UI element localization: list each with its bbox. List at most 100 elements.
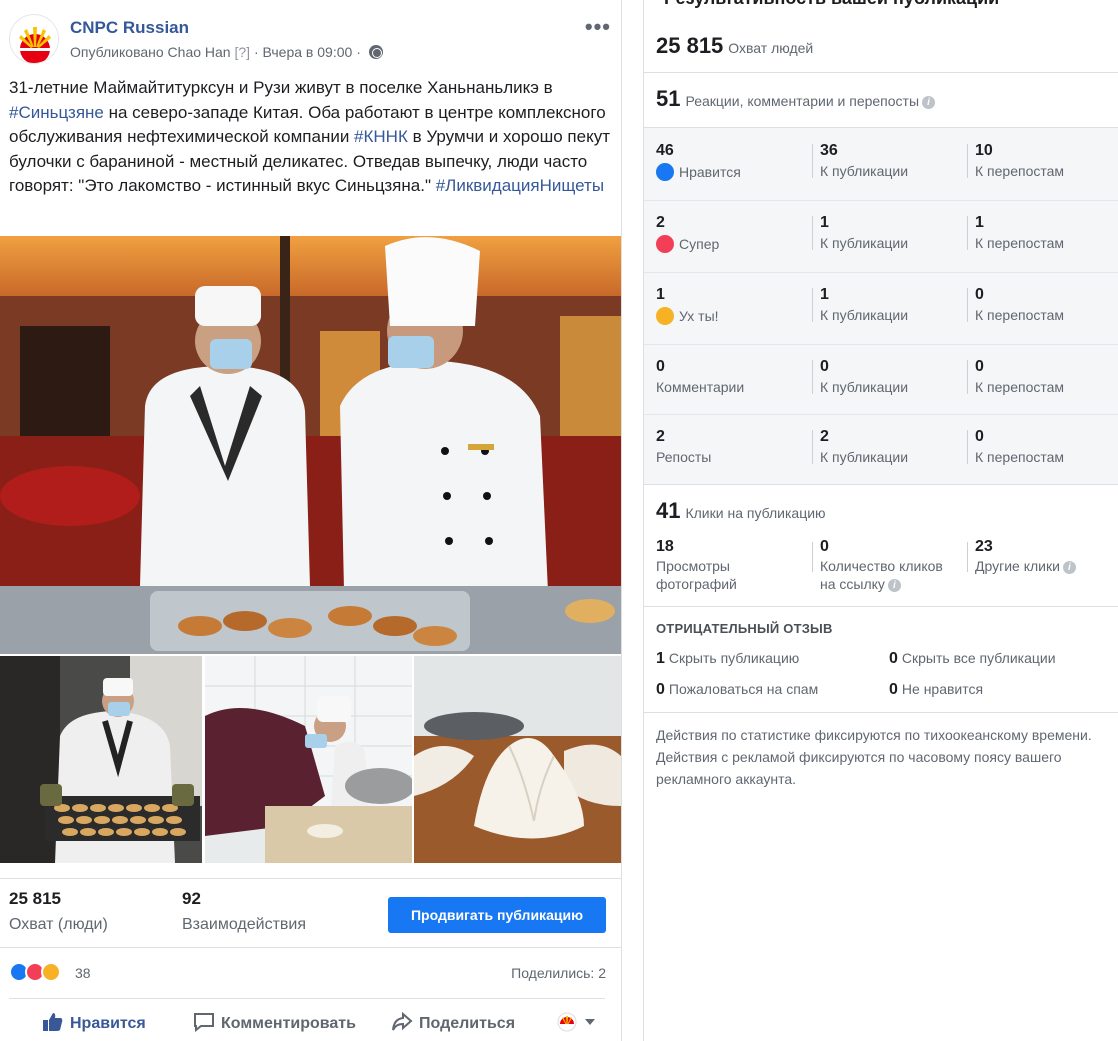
on-shares-label: К перепостам [975, 163, 1065, 179]
page-name[interactable]: CNPC Russian [70, 18, 189, 38]
reaction-on-post: 2 К публикации [820, 428, 908, 465]
share-button[interactable]: Поделиться [391, 1012, 515, 1033]
post-as-selector[interactable] [557, 1012, 596, 1033]
page-avatar[interactable] [9, 14, 59, 64]
divider [644, 484, 1118, 485]
reaction-on-shares: 1 К перепостам [975, 214, 1064, 251]
like-button[interactable]: Нравится [42, 1012, 146, 1033]
published-by[interactable]: Опубликовано Chao Han [70, 44, 231, 60]
hide-post-label: Скрыть публикацию [668, 650, 800, 666]
info-icon[interactable]: i [1062, 561, 1076, 574]
panel-title: Результативность вашей публикации [664, 0, 999, 9]
divider [812, 360, 813, 394]
on-post-value: 36 [820, 142, 838, 159]
negative-feedback-title: ОТРИЦАТЕЛЬНЫЙ ОТЗЫВ [656, 621, 833, 636]
post-text: 31-летние Маймайтитурксун и Рузи живут в… [9, 76, 613, 199]
post-photo-4[interactable] [414, 656, 621, 863]
hide-post-value: 1 [656, 650, 665, 667]
link-clicks-stat: 0 Количество кликов на ссылку i [820, 538, 943, 593]
reach-value: 25 815 [9, 889, 61, 908]
hashtag-link[interactable]: #ЛиквидацияНищеты [436, 176, 604, 195]
shares-count[interactable]: Поделились: 2 [511, 965, 606, 981]
on-shares-label: К перепостам [975, 235, 1065, 251]
divider [9, 998, 605, 999]
divider [0, 947, 621, 948]
panel-reach-label: Охват людей [728, 40, 814, 56]
panel-engagement-value: 51 [656, 86, 681, 111]
post-photo-2[interactable] [0, 656, 202, 863]
post-stats: 25 815 Охват (люди) 92 Взаимодействия Пр… [9, 889, 613, 939]
comment-button[interactable]: Комментировать [193, 1012, 356, 1033]
reach-label: Охват (люди) [9, 916, 108, 933]
photo-views-stat: 18 Просмотры фотографий [656, 538, 737, 593]
divider [967, 144, 968, 178]
hide-post-stat: 1 Скрыть публикацию [656, 650, 799, 668]
on-post-label: К публикации [820, 307, 909, 323]
reactions-breakdown: 46 Нравится 36 К публикации 10 К перепостам 2 С… [644, 128, 1118, 484]
divider [644, 72, 1118, 73]
on-post-value: 2 [820, 428, 829, 445]
reaction-total-label: Ух ты! [656, 307, 719, 325]
reaction-on-post: 0 К публикации [820, 358, 908, 395]
cnpc-logo-icon [11, 16, 58, 63]
reactions-count[interactable]: 38 [75, 965, 91, 981]
hide-all-value: 0 [889, 650, 898, 667]
hashtag-link[interactable]: #Синьцзяне [9, 103, 104, 122]
promote-post-button[interactable]: Продвигать публикацию [388, 897, 606, 933]
panel-engagement: 51 Реакции, комментарии и перепосты i [656, 86, 936, 112]
info-icon[interactable]: i [887, 579, 901, 592]
info-icon[interactable]: i [922, 96, 936, 109]
share-icon [392, 1012, 413, 1031]
divider [967, 360, 968, 394]
dough-prep-photo [205, 656, 412, 863]
reaction-row: 2 Супер 1 К публикации 1 К перепостам [644, 200, 1118, 272]
reaction-total-value: 1 [656, 286, 665, 303]
post-header: CNPC Russian Опубликовано Chao Han [?] ·… [9, 14, 613, 66]
hide-all-label: Скрыть все публикации [901, 650, 1056, 666]
globe-icon[interactable] [368, 45, 383, 59]
link-clicks-value: 0 [820, 538, 829, 555]
on-shares-label: К перепостам [975, 307, 1065, 323]
reaction-on-shares: 0 К перепостам [975, 428, 1064, 465]
reaction-total-value: 46 [656, 142, 674, 159]
like-label: Нравится [70, 1015, 146, 1032]
help-mark[interactable]: [?] [234, 44, 250, 60]
reaction-row: 2 Репосты 2 К публикации 0 К перепостам [644, 414, 1118, 486]
reach-stat[interactable]: 25 815 Охват (люди) [9, 889, 108, 934]
engagement-stat[interactable]: 92 Взаимодействия [182, 889, 306, 934]
divider [812, 288, 813, 322]
on-post-label: К публикации [820, 235, 909, 251]
post-meta: Опубликовано Chao Han [?] · Вчера в 09:0… [70, 44, 383, 60]
meta-separator-2: · [356, 44, 361, 60]
thumbs-up-icon [43, 1013, 63, 1031]
unlike-label: Не нравится [901, 681, 984, 697]
reaction-total-label: Нравится [656, 163, 741, 181]
post-photo-main[interactable] [0, 236, 621, 654]
post-time[interactable]: Вчера в 09:00 [263, 44, 353, 60]
divider [812, 430, 813, 464]
app-root: CNPC Russian Опубликовано Chao Han [?] ·… [0, 0, 1118, 1041]
clicks-breakdown: 18 Просмотры фотографий 0 Количество клик… [644, 538, 1118, 598]
on-shares-value: 0 [975, 358, 984, 375]
panel-clicks: 41 Клики на публикацию [656, 498, 826, 524]
link-clicks-label-1: Количество кликов [820, 558, 943, 574]
panel-clicks-value: 41 [656, 498, 681, 523]
reaction-on-shares: 0 К перепостам [975, 358, 1064, 395]
comment-label: Комментировать [221, 1015, 356, 1032]
photo-views-label-1: Просмотры [656, 558, 730, 574]
divider [812, 216, 813, 250]
reaction-type-label: Комментарии [656, 379, 745, 395]
reaction-total: 1 Ух ты! [656, 286, 719, 325]
link-clicks-label: Количество кликов на ссылку i [820, 557, 943, 593]
comment-icon [194, 1013, 214, 1032]
page-avatar-small-icon [557, 1012, 577, 1032]
more-options-button[interactable]: ••• [585, 14, 611, 40]
share-label: Поделиться [419, 1015, 516, 1032]
wow-reaction-icon [41, 962, 61, 982]
hashtag-link[interactable]: #КННК [354, 127, 408, 146]
other-clicks-value: 23 [975, 538, 993, 555]
panel-reach: 25 815 Охват людей [656, 33, 813, 59]
on-shares-label: К перепостам [975, 379, 1065, 395]
reactions-summary[interactable]: 38 Поделились: 2 [9, 961, 606, 985]
post-photo-3[interactable] [205, 656, 412, 863]
